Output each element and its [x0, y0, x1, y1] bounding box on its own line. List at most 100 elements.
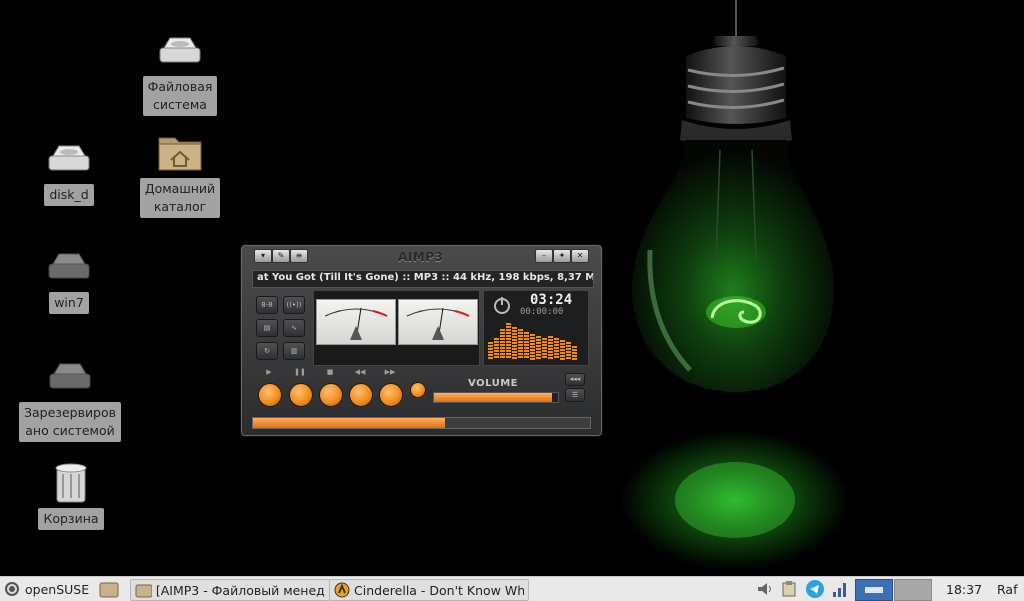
desktop-icon-filesystem[interactable]: Файловая система — [142, 28, 218, 116]
desktop-icon-label: Домашний каталог — [139, 178, 221, 218]
prev-label: ◀◀ — [354, 368, 366, 376]
spectrum-bar — [548, 336, 553, 338]
spectrum-bar — [554, 353, 559, 355]
equalizer-toggle-icon[interactable]: ≡ — [290, 249, 308, 263]
spectrum-bar — [518, 344, 523, 346]
open-file-button[interactable] — [410, 382, 426, 398]
wave-button[interactable]: ∿ — [283, 319, 305, 337]
spectrum-bar — [542, 341, 547, 343]
spectrum-bar — [566, 345, 571, 347]
clock[interactable]: 18:37 — [946, 579, 982, 599]
radio-button[interactable]: ((•)) — [283, 296, 305, 314]
spectrum-bar — [488, 342, 493, 344]
elapsed-time: 03:24 — [530, 292, 573, 308]
spectrum-bar — [524, 356, 529, 358]
workspace-2[interactable] — [894, 579, 932, 601]
spectrum-bar — [560, 346, 565, 348]
spectrum-bar — [506, 347, 511, 349]
spectrum-bar — [494, 350, 499, 352]
spectrum-bar — [512, 345, 517, 347]
desktop-icon-disk-d[interactable]: disk_d — [32, 136, 106, 206]
spectrum-bar — [500, 347, 505, 349]
eq-button[interactable]: ▥ — [283, 342, 305, 360]
spectrum-bar — [506, 323, 511, 325]
spectrum-bar — [536, 351, 541, 353]
spectrum-bar — [530, 349, 535, 351]
seek-bar[interactable] — [252, 417, 591, 429]
balance-button[interactable]: ◂◂◂ — [565, 373, 585, 386]
spectrum-bar — [536, 345, 541, 347]
spectrum-bar — [554, 338, 559, 340]
spectrum-bar — [518, 341, 523, 343]
shuffle-button[interactable]: 8-8 — [256, 296, 278, 314]
power-icon[interactable] — [492, 295, 512, 315]
spectrum-bar — [566, 348, 571, 350]
pin-button[interactable]: ✦ — [553, 249, 571, 263]
spectrum-bar — [506, 350, 511, 352]
aimp-logo: AIMP3 — [398, 250, 444, 264]
telegram-tray-icon[interactable] — [805, 579, 825, 599]
spectrum-bar — [512, 357, 517, 359]
spectrum-bar — [524, 353, 529, 355]
user-name[interactable]: Raf — [997, 579, 1017, 599]
spectrum-bar — [500, 332, 505, 334]
repeat-button[interactable]: ↻ — [256, 342, 278, 360]
spectrum-bar — [524, 335, 529, 337]
next-label: ▶▶ — [384, 368, 396, 376]
start-menu-button[interactable]: openSUSE — [4, 579, 89, 599]
desktop-icon-label: Корзина — [38, 508, 104, 530]
trash-icon — [47, 460, 95, 504]
playlist-button[interactable]: ▤ — [256, 319, 278, 337]
minimize-button[interactable]: – — [535, 249, 553, 263]
close-button[interactable]: ✕ — [571, 249, 589, 263]
spectrum-bar — [518, 329, 523, 331]
next-button[interactable] — [379, 383, 403, 407]
desktop-icon-trash[interactable]: Корзина — [32, 460, 110, 530]
spectrum-bar — [518, 350, 523, 352]
spectrum-bar — [536, 354, 541, 356]
spectrum-bar — [536, 348, 541, 350]
playlist-toggle-button[interactable]: ☰ — [565, 388, 585, 402]
track-info-text: at You Got (Till It's Gone) :: MP3 :: 44… — [257, 272, 594, 283]
network-tray-icon[interactable] — [831, 579, 849, 599]
taskbar: openSUSE [AIMP3 - Файловый менед... Cind… — [0, 576, 1024, 601]
clipboard-tray-icon[interactable] — [780, 579, 798, 599]
taskbar-task[interactable]: [AIMP3 - Файловый менед... — [130, 579, 330, 601]
desktop-icon-label: Зарезервиров ано системой — [19, 402, 122, 442]
menu-icon[interactable]: ▾ — [254, 249, 272, 263]
stop-label: ■ — [326, 368, 334, 376]
time-spectrum-panel: 03:24 00:00:00 — [483, 290, 589, 366]
spectrum-bar — [500, 329, 505, 331]
volume-tray-icon[interactable] — [756, 579, 774, 599]
desktop-icon-reserved[interactable]: Зарезервиров ано системой — [19, 354, 122, 442]
desktop-icon-home[interactable]: Домашний каталог — [138, 130, 222, 218]
spectrum-bar — [554, 347, 559, 349]
workspace-1[interactable] — [855, 579, 893, 601]
start-label: openSUSE — [25, 581, 90, 597]
spectrum-bar — [488, 351, 493, 353]
spectrum-bar — [506, 356, 511, 358]
spectrum-bar — [560, 358, 565, 360]
spectrum-bar — [500, 356, 505, 358]
volume-slider[interactable] — [433, 392, 559, 403]
spectrum-bar — [548, 357, 553, 359]
secondary-time: 00:00:00 — [520, 307, 564, 317]
volume-label: VOLUME — [468, 378, 518, 389]
previous-button[interactable] — [349, 383, 373, 407]
taskbar-task[interactable]: Cinderella - Don't Know Wha... — [329, 579, 529, 601]
play-button[interactable] — [258, 383, 282, 407]
spectrum-bar — [500, 353, 505, 355]
settings-icon[interactable]: ✎ — [272, 249, 290, 263]
drive-icon — [46, 354, 94, 398]
spectrum-bar — [560, 355, 565, 357]
aimp-player-window[interactable]: ▾ ✎ ≡ AIMP3 – ✦ ✕ at You Got (Till It's … — [241, 245, 602, 436]
stop-button[interactable] — [319, 383, 343, 407]
pause-button[interactable] — [289, 383, 313, 407]
spectrum-bar — [524, 344, 529, 346]
desktop-icon-win7[interactable]: win7 — [32, 244, 106, 314]
spectrum-bar — [488, 354, 493, 356]
spectrum-analyzer — [488, 323, 577, 360]
spectrum-bar — [572, 349, 577, 351]
drive-icon — [156, 28, 204, 72]
file-manager-launcher[interactable] — [99, 579, 119, 599]
